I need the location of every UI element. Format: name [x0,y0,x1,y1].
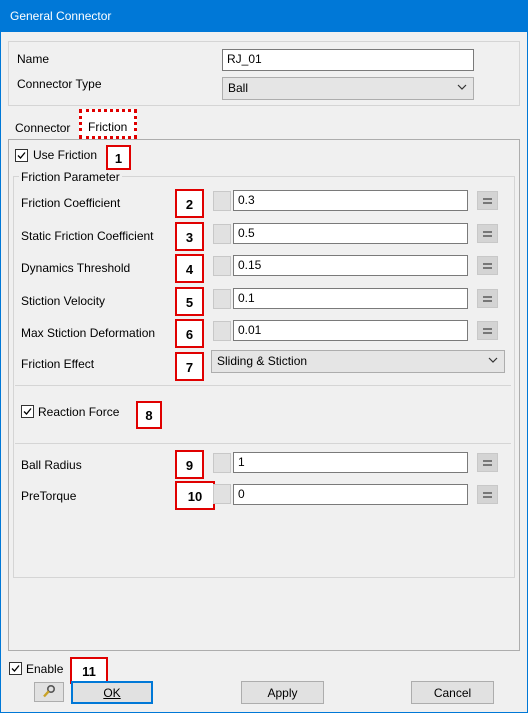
callout-badge-2: 2 [175,189,204,218]
use-friction-label: Use Friction [33,148,98,162]
dynamics-threshold-equals-button[interactable] [477,256,498,275]
ball-radius-input[interactable]: 1 [233,452,468,473]
name-label: Name [17,52,50,66]
reaction-force-label: Reaction Force [38,405,120,419]
tab-friction[interactable]: Friction [79,109,137,139]
cancel-button-label: Cancel [433,686,472,700]
friction-coefficient-input[interactable]: 0.3 [233,190,468,211]
tab-connector[interactable]: Connector [15,121,70,135]
cancel-button[interactable]: Cancel [411,681,494,704]
pretorque-equals-button[interactable] [477,485,498,504]
stiction-velocity-input[interactable]: 0.1 [233,288,468,309]
wrench-icon [43,684,56,698]
max-stiction-deformation-toggle[interactable] [213,321,231,341]
dynamics-threshold-label: Dynamics Threshold [21,261,131,275]
callout-badge-10: 10 [175,481,215,510]
connector-type-label: Connector Type [17,77,102,91]
max-stiction-deformation-input[interactable]: 0.01 [233,320,468,341]
apply-button-label: Apply [267,686,298,700]
title-bar: General Connector [0,0,528,32]
ok-button-label: OK [103,686,121,700]
checkmark-icon [23,408,32,415]
name-input[interactable]: RJ_01 [222,49,474,71]
checkmark-icon [11,665,20,672]
callout-badge-3: 3 [175,222,204,251]
callout-badge-9: 9 [175,450,204,479]
ball-radius-label: Ball Radius [21,458,82,472]
pretorque-input[interactable]: 0 [233,484,468,505]
pretorque-label: PreTorque [21,489,77,503]
callout-badge-6: 6 [175,319,204,348]
friction-effect-value: Sliding & Stiction [217,354,308,368]
connector-type-value: Ball [228,81,249,95]
checkmark-icon [17,152,26,159]
window-title: General Connector [10,9,112,23]
enable-checkbox[interactable] [9,662,22,675]
friction-parameter-label: Friction Parameter [19,170,122,184]
stiction-velocity-toggle[interactable] [213,289,231,309]
callout-badge-5: 5 [175,287,204,316]
chevron-down-icon [488,354,498,369]
reaction-force-checkbox[interactable] [21,405,34,418]
apply-button[interactable]: Apply [241,681,324,704]
connector-type-select[interactable]: Ball [222,77,474,100]
callout-badge-7: 7 [175,352,204,381]
dynamics-threshold-input[interactable]: 0.15 [233,255,468,276]
separator [15,443,511,444]
dynamics-threshold-toggle[interactable] [213,256,231,276]
tool-button[interactable] [34,682,64,702]
callout-badge-4: 4 [175,254,204,283]
friction-coefficient-label: Friction Coefficient [21,196,121,210]
max-stiction-deformation-equals-button[interactable] [477,321,498,340]
friction-effect-label: Friction Effect [21,357,95,371]
static-friction-coefficient-label: Static Friction Coefficient [21,229,154,243]
callout-badge-11: 11 [70,657,108,684]
static-friction-coefficient-equals-button[interactable] [477,224,498,243]
enable-label: Enable [26,662,64,676]
friction-coefficient-equals-button[interactable] [477,191,498,210]
static-friction-coefficient-toggle[interactable] [213,224,231,244]
tab-friction-label: Friction [88,120,128,134]
friction-coefficient-toggle[interactable] [213,191,231,211]
ball-radius-toggle[interactable] [213,453,231,473]
friction-effect-select[interactable]: Sliding & Stiction [211,350,505,373]
static-friction-coefficient-input[interactable]: 0.5 [233,223,468,244]
max-stiction-deformation-label: Max Stiction Deformation [21,326,156,340]
stiction-velocity-label: Stiction Velocity [21,294,106,308]
callout-badge-8: 8 [136,401,162,429]
chevron-down-icon [457,81,467,96]
ball-radius-equals-button[interactable] [477,453,498,472]
ok-button[interactable]: OK [71,681,153,704]
stiction-velocity-equals-button[interactable] [477,289,498,308]
pretorque-toggle[interactable] [213,484,231,504]
use-friction-checkbox[interactable] [15,149,28,162]
callout-badge-1: 1 [106,145,131,170]
separator [15,385,511,386]
